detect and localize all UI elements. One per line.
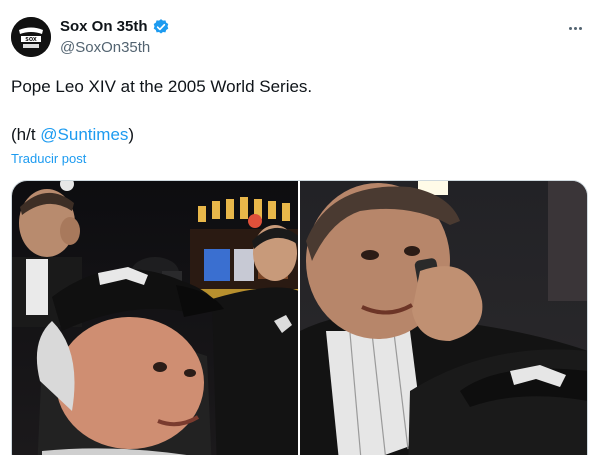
display-name[interactable]: Sox On 35th	[60, 17, 148, 37]
hat-tip-line: (h/t @Suntimes)	[11, 124, 134, 146]
hat-tip-close: )	[128, 125, 135, 144]
svg-text:SOX: SOX	[25, 37, 37, 43]
author-handle[interactable]: @SoxOn35th	[60, 39, 150, 57]
tweet-text: Pope Leo XIV at the 2005 World Series.	[11, 77, 313, 96]
translate-post-link[interactable]: Traducir post	[11, 151, 86, 167]
verified-badge-icon	[152, 18, 170, 36]
hat-tip-open: (h/t	[11, 125, 41, 144]
media-grid	[11, 180, 588, 455]
photo-fans-in-stadium[interactable]	[12, 181, 298, 455]
mention-link[interactable]: @Suntimes	[40, 125, 128, 144]
photo-man-on-phone[interactable]	[300, 181, 587, 455]
author-name-row[interactable]: Sox On 35th	[60, 17, 170, 37]
more-options-icon[interactable]	[564, 18, 586, 38]
avatar[interactable]: SOX	[11, 17, 51, 57]
